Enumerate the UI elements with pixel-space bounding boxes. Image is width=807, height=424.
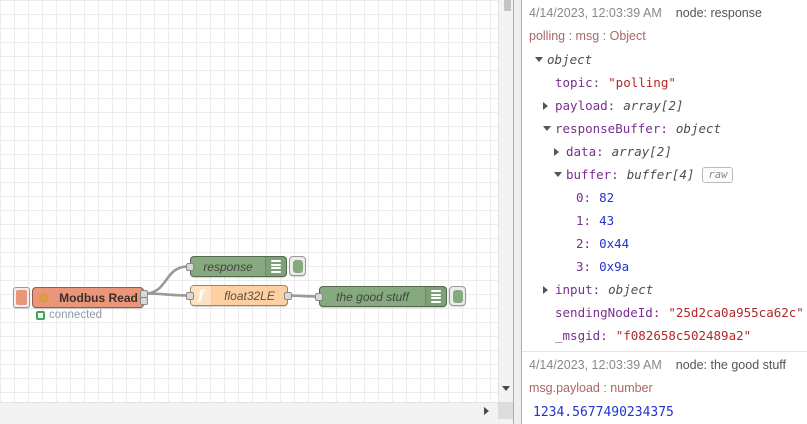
node-label: Modbus Read	[59, 290, 138, 305]
tree-value: "f082658c502489a2"	[615, 328, 752, 343]
modbus-trigger-button-fill	[16, 290, 27, 305]
chevron-right-icon[interactable]	[554, 148, 566, 156]
bottom-strip	[0, 419, 513, 424]
node-modbus-read[interactable]: ✳ Modbus Read	[32, 287, 148, 308]
debug-toggle-fill	[452, 289, 463, 303]
gear-icon: ✳	[37, 289, 50, 306]
tree-key: 0:	[576, 190, 592, 205]
tree-value: "25d2ca0a955ca62c"	[668, 305, 804, 320]
tree-type: array[2]	[623, 98, 684, 113]
tree-key: responseBuffer:	[555, 121, 668, 136]
debug-sidebar[interactable]: 4/14/2023, 12:03:39 AM node: response po…	[522, 0, 807, 424]
wire-modbus-to-function[interactable]	[144, 292, 189, 297]
tree-key: data:	[566, 144, 604, 159]
wire-modbus-to-response[interactable]	[144, 265, 189, 295]
tree-key: buffer:	[566, 167, 619, 182]
horizontal-scrollbar[interactable]	[0, 402, 498, 420]
debug-list-icon	[425, 287, 446, 306]
modbus-output-port-2[interactable]	[140, 297, 148, 305]
debug-message-header: 4/14/2023, 12:03:39 AM node: response	[529, 6, 801, 22]
timestamp: 4/14/2023, 12:03:39 AM	[529, 6, 662, 20]
chevron-down-icon[interactable]	[543, 126, 555, 131]
chevron-down-icon[interactable]	[554, 172, 566, 177]
tree-row-responsebuffer[interactable]: responseBuffer: object	[529, 117, 801, 140]
tree-row-object[interactable]: object	[529, 48, 801, 71]
tree-row-buffer-3[interactable]: 3: 0x9a	[529, 255, 801, 278]
response-input-port[interactable]	[186, 262, 194, 271]
source-node-label: node: the good stuff	[675, 358, 787, 372]
chevron-right-icon[interactable]	[543, 286, 555, 294]
wire-layer	[144, 265, 318, 298]
tree-key: payload:	[555, 98, 616, 113]
tree-row-input[interactable]: input: object	[529, 278, 801, 301]
tree-row-sendingnodeid[interactable]: sendingNodeId: "25d2ca0a955ca62c"	[529, 301, 804, 324]
tree-row-buffer[interactable]: buffer: buffer[4] raw	[529, 163, 801, 186]
tree-row-buffer-2[interactable]: 2: 0x44	[529, 232, 801, 255]
vertical-scrollbar[interactable]	[498, 0, 513, 402]
modbus-status: connected	[36, 309, 102, 321]
node-label: response	[203, 259, 253, 274]
tree-value: "polling"	[608, 75, 676, 90]
function-input-port[interactable]	[186, 291, 194, 300]
flow-canvas[interactable]: ✳ Modbus Read connected response f float…	[0, 0, 498, 402]
tree-key: 3:	[576, 259, 592, 274]
debug-toggle-response[interactable]	[289, 256, 306, 276]
node-debug-response[interactable]: response	[186, 256, 287, 277]
scroll-right-arrow-icon[interactable]	[484, 407, 489, 415]
node-label: the good stuff	[336, 289, 409, 304]
message-topic-meta: msg.payload : number	[529, 381, 653, 395]
raw-toggle-button[interactable]: raw	[702, 166, 734, 183]
tree-type: object	[608, 282, 654, 297]
tree-value: 0x9a	[599, 259, 630, 274]
tree-type: array[2]	[611, 144, 672, 159]
tree-type: object	[547, 52, 593, 67]
tree-type: buffer[4]	[626, 167, 695, 182]
status-label: connected	[49, 309, 103, 321]
tree-value: 0x44	[599, 236, 630, 251]
node-label: float32LE	[224, 288, 275, 303]
tree-row-buffer-1[interactable]: 1: 43	[529, 209, 801, 232]
function-output-port[interactable]	[284, 291, 292, 300]
function-f-icon: f	[197, 287, 205, 304]
timestamp: 4/14/2023, 12:03:39 AM	[529, 358, 662, 372]
tree-key: _msgid:	[555, 328, 608, 343]
tree-row-data[interactable]: data: array[2]	[529, 140, 801, 163]
tree-key: sendingNodeId:	[555, 305, 661, 320]
tree-row-payload[interactable]: payload: array[2]	[529, 94, 801, 117]
message-topic-meta: polling : msg : Object	[529, 29, 646, 43]
tree-key: 1:	[576, 213, 592, 228]
source-node-label: node: response	[675, 6, 762, 20]
tree-key: input:	[555, 282, 601, 297]
tree-key: 2:	[576, 236, 592, 251]
debug-message-header: 4/14/2023, 12:03:39 AM node: the good st…	[529, 358, 801, 374]
goodstuff-input-port[interactable]	[315, 292, 323, 301]
object-tree: object topic: "polling" payload: array[2…	[529, 48, 804, 347]
tree-row-msgid[interactable]: _msgid: "f082658c502489a2"	[529, 324, 801, 347]
debug-toggle-fill	[292, 259, 303, 273]
chevron-down-icon[interactable]	[535, 57, 547, 62]
payload-value: 1234.5677490234375	[533, 405, 674, 420]
vertical-scrollbar-thumb[interactable]	[504, 0, 511, 11]
debug-list-icon	[265, 257, 286, 276]
debug-toggle-goodstuff[interactable]	[449, 286, 466, 306]
modbus-icon-region: ✳	[33, 288, 54, 307]
panel-splitter[interactable]	[513, 0, 522, 424]
scroll-down-arrow-icon[interactable]	[502, 386, 510, 391]
tree-value: 43	[599, 213, 615, 228]
scrollbar-corner	[498, 402, 513, 420]
node-debug-goodstuff[interactable]: the good stuff	[315, 286, 447, 307]
tree-value: 82	[599, 190, 615, 205]
tree-row-topic[interactable]: topic: "polling"	[529, 71, 801, 94]
debug-message-2[interactable]: 4/14/2023, 12:03:39 AM node: the good st…	[522, 352, 807, 424]
chevron-right-icon[interactable]	[543, 102, 555, 110]
debug-message-1[interactable]: 4/14/2023, 12:03:39 AM node: response po…	[522, 0, 807, 352]
node-red-app: ✳ Modbus Read connected response f float…	[0, 0, 807, 424]
tree-type: object	[675, 121, 722, 136]
function-icon-region: f	[191, 286, 212, 305]
tree-row-buffer-0[interactable]: 0: 82	[529, 186, 801, 209]
modbus-trigger-button[interactable]	[13, 287, 30, 308]
status-ring-icon	[36, 310, 45, 320]
tree-key: topic:	[555, 75, 601, 90]
node-function-float32le[interactable]: f float32LE	[186, 285, 292, 306]
